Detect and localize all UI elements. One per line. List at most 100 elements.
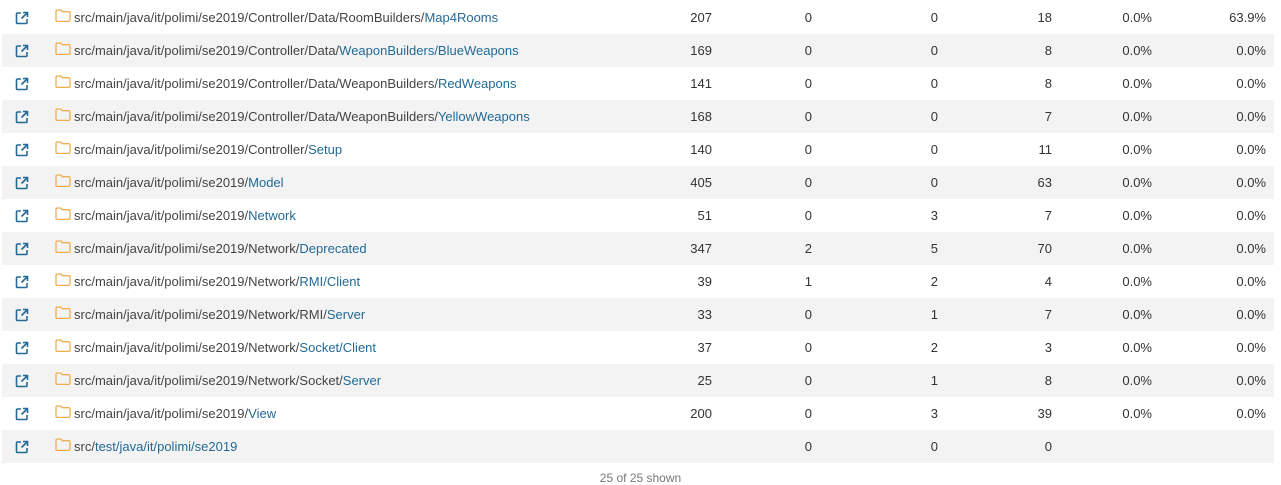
folder-icon xyxy=(55,133,71,166)
path-prefix: src/main/java/it/polimi/se2019/Network/ xyxy=(74,340,300,355)
directory-path[interactable]: src/main/java/it/polimi/se2019/Network/R… xyxy=(55,298,365,331)
percent-cell: 0.0% xyxy=(1122,373,1152,388)
external-link-icon[interactable] xyxy=(12,397,32,430)
folder-icon xyxy=(55,364,71,397)
folder-icon xyxy=(55,430,71,463)
path-link[interactable]: RMI/Client xyxy=(299,274,360,289)
path-link[interactable]: Model xyxy=(248,175,283,190)
metric-cell: 8 xyxy=(1044,373,1052,388)
external-link-icon[interactable] xyxy=(12,232,32,265)
metric-cell: 168 xyxy=(690,109,712,124)
path-prefix: src/main/java/it/polimi/se2019/ xyxy=(74,406,249,421)
external-link-icon[interactable] xyxy=(12,331,32,364)
metric-cell: 11 xyxy=(1038,142,1053,157)
percent-cell: 0.0% xyxy=(1122,10,1152,25)
directory-path[interactable]: src/main/java/it/polimi/se2019/Controlle… xyxy=(55,100,530,133)
metric-cell: 7 xyxy=(1044,208,1052,223)
path-link[interactable]: View xyxy=(248,406,276,421)
metric-cell: 7 xyxy=(1044,307,1052,322)
percent-cell: 0.0% xyxy=(1122,208,1152,223)
path-prefix: src/main/java/it/polimi/se2019/Controlle… xyxy=(74,142,309,157)
table-row: src/main/java/it/polimi/se2019/Model 405 0… xyxy=(2,166,1274,199)
path-link[interactable]: Map4Rooms xyxy=(424,10,498,25)
path-prefix: src/main/java/it/polimi/se2019/Network/ xyxy=(74,274,300,289)
table-row: src/main/java/it/polimi/se2019/Network/R… xyxy=(2,265,1274,298)
metric-cell: 3 xyxy=(930,406,938,421)
percent-cell: 0.0% xyxy=(1236,340,1266,355)
metric-cell: 0 xyxy=(1044,439,1052,454)
metric-cell: 0 xyxy=(930,76,938,91)
metric-cell: 1 xyxy=(930,373,938,388)
metric-cell: 3 xyxy=(930,208,938,223)
path-link[interactable]: YellowWeapons xyxy=(438,109,530,124)
directory-path[interactable]: src/main/java/it/polimi/se2019/Network/R… xyxy=(55,265,360,298)
table-row: src/main/java/it/polimi/se2019/Network/S… xyxy=(2,364,1274,397)
directory-path[interactable]: src/main/java/it/polimi/se2019/Controlle… xyxy=(55,133,342,166)
path-prefix: src/main/java/it/polimi/se2019/Controlle… xyxy=(74,76,438,91)
metric-cell: 347 xyxy=(690,241,712,256)
path-prefix: src/main/java/it/polimi/se2019/Network/R… xyxy=(74,307,327,322)
directory-path[interactable]: src/main/java/it/polimi/se2019/View xyxy=(55,397,276,430)
path-link[interactable]: Setup xyxy=(308,142,342,157)
directory-path[interactable]: src/main/java/it/polimi/se2019/Controlle… xyxy=(55,34,519,67)
metric-cell: 39 xyxy=(697,274,712,289)
external-link-icon[interactable] xyxy=(12,67,32,100)
metric-cell: 37 xyxy=(697,340,712,355)
percent-cell: 0.0% xyxy=(1122,241,1152,256)
path-link[interactable]: RedWeapons xyxy=(438,76,517,91)
table-row: src/main/java/it/polimi/se2019/Controlle… xyxy=(2,34,1274,67)
metric-cell: 0 xyxy=(804,208,812,223)
external-link-icon[interactable] xyxy=(12,298,32,331)
external-link-icon[interactable] xyxy=(12,1,32,34)
path-link[interactable]: Server xyxy=(343,373,381,388)
directory-path[interactable]: src/main/java/it/polimi/se2019/Network/S… xyxy=(55,364,381,397)
metric-cell: 200 xyxy=(690,406,712,421)
directory-path[interactable]: src/main/java/it/polimi/se2019/Model xyxy=(55,166,284,199)
metric-cell: 0 xyxy=(804,10,812,25)
external-link-icon[interactable] xyxy=(12,133,32,166)
metric-cell: 1 xyxy=(804,274,812,289)
external-link-icon[interactable] xyxy=(12,430,32,463)
external-link-icon[interactable] xyxy=(12,199,32,232)
folder-icon xyxy=(55,34,71,67)
external-link-icon[interactable] xyxy=(12,100,32,133)
path-link[interactable]: Socket/Client xyxy=(299,340,376,355)
directory-path[interactable]: src/main/java/it/polimi/se2019/Controlle… xyxy=(55,1,498,34)
metric-cell: 0 xyxy=(804,340,812,355)
metric-cell: 0 xyxy=(930,43,938,58)
metric-cell: 7 xyxy=(1044,109,1052,124)
directory-path[interactable]: src/main/java/it/polimi/se2019/Network xyxy=(55,199,296,232)
path-link[interactable]: test/java/it/polimi/se2019 xyxy=(95,439,237,454)
external-link-icon[interactable] xyxy=(12,166,32,199)
path-link[interactable]: Network xyxy=(248,208,296,223)
percent-cell: 0.0% xyxy=(1122,274,1152,289)
metric-cell: 70 xyxy=(1037,241,1052,256)
percent-cell: 0.0% xyxy=(1122,406,1152,421)
metric-cell: 1 xyxy=(930,307,938,322)
external-link-icon[interactable] xyxy=(12,364,32,397)
path-link[interactable]: Deprecated xyxy=(299,241,366,256)
path-link[interactable]: Server xyxy=(327,307,365,322)
external-link-icon[interactable] xyxy=(12,34,32,67)
path-link[interactable]: WeaponBuilders/BlueWeapons xyxy=(339,43,518,58)
folder-icon xyxy=(55,298,71,331)
metric-cell: 0 xyxy=(804,109,812,124)
table-row: src/test/java/it/polimi/se2019 0 0 0 xyxy=(2,430,1274,463)
shown-count: 25 of 25 shown xyxy=(599,471,682,485)
path-prefix: src/main/java/it/polimi/se2019/Controlle… xyxy=(74,43,340,58)
path-prefix: src/main/java/it/polimi/se2019/Controlle… xyxy=(74,109,438,124)
folder-icon xyxy=(55,199,71,232)
directory-path[interactable]: src/main/java/it/polimi/se2019/Network/S… xyxy=(55,331,376,364)
table-row: src/main/java/it/polimi/se2019/Network/D… xyxy=(2,232,1274,265)
percent-cell: 0.0% xyxy=(1122,76,1152,91)
directory-path[interactable]: src/main/java/it/polimi/se2019/Controlle… xyxy=(55,67,516,100)
directory-path[interactable]: src/test/java/it/polimi/se2019 xyxy=(55,430,237,463)
table-row: src/main/java/it/polimi/se2019/Controlle… xyxy=(2,67,1274,100)
metric-cell: 25 xyxy=(697,373,712,388)
metric-cell: 0 xyxy=(804,307,812,322)
directory-path[interactable]: src/main/java/it/polimi/se2019/Network/D… xyxy=(55,232,367,265)
path-prefix: src/main/java/it/polimi/se2019/Network/ xyxy=(74,241,300,256)
metric-cell: 2 xyxy=(804,241,812,256)
external-link-icon[interactable] xyxy=(12,265,32,298)
percent-cell: 0.0% xyxy=(1236,175,1266,190)
